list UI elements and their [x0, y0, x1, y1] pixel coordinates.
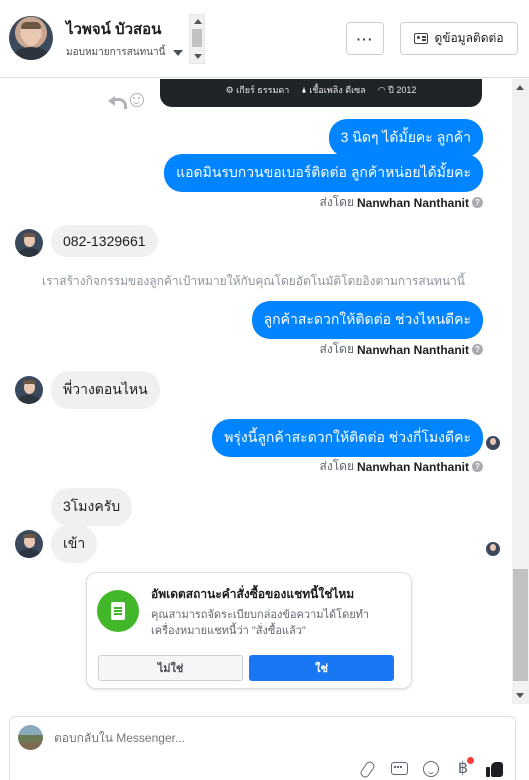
image-card-year: ◠ ปี 2012: [377, 85, 417, 95]
outgoing-message[interactable]: 3 นิดๆ ได้มั้ยคะ ลูกค้า: [328, 119, 483, 157]
emoji-icon[interactable]: [422, 760, 440, 778]
scroll-down-arrow-icon[interactable]: [194, 54, 202, 59]
outgoing-message[interactable]: ลูกค้าสะดวกให้ติดต่อ ช่วงไหนดีคะ: [251, 301, 483, 339]
incoming-message[interactable]: เข้า: [51, 525, 98, 563]
baht-symbol: ฿: [457, 760, 469, 777]
incoming-message[interactable]: พี่วางตอนไหน: [51, 371, 160, 409]
message-thread[interactable]: ⚙ เกียร์ ธรรมดา 🌢 เชื้อเพลิง ดีเซล ◠ ปี …: [0, 79, 512, 704]
contact-avatar-small: [15, 530, 43, 558]
thread-scrollbar[interactable]: [512, 79, 529, 704]
sent-by-name: Nanwhan Nanthanit: [356, 342, 469, 357]
yes-button[interactable]: ใช่: [249, 655, 394, 681]
help-icon[interactable]: ?: [472, 461, 483, 472]
scroll-down-arrow-icon[interactable]: [516, 693, 524, 698]
scroll-thumb[interactable]: [513, 569, 528, 681]
sent-by-name: Nanwhan Nanthanit: [356, 195, 469, 210]
contact-name[interactable]: ไวพจน์ บัวสอน: [66, 17, 161, 41]
receipt-icon: [97, 590, 139, 632]
page-avatar: [18, 725, 43, 750]
order-prompt-title: อัพเดตสถานะคำสั่งซื้อของแชทนี้ใช่ไหม: [151, 587, 355, 601]
image-card-fuel: 🌢 เชื้อเพลิง ดีเซล: [301, 85, 366, 95]
incoming-message[interactable]: 3โมงครับ: [51, 488, 133, 526]
react-emoji-icon[interactable]: [130, 93, 144, 107]
caret-down-icon: [173, 49, 184, 56]
sent-by-prefix: ส่งโดย: [319, 342, 354, 356]
saved-replies-icon[interactable]: [390, 760, 408, 778]
outgoing-message[interactable]: แอดมินรบกวนขอเบอร์ติดต่อ ลูกค้าหน่อยได้ม…: [164, 154, 483, 192]
incoming-message[interactable]: 082-1329661: [51, 225, 158, 257]
sent-by-label: ส่งโดย Nanwhan Nanthanit ?: [320, 193, 483, 212]
scroll-up-arrow-icon[interactable]: [194, 19, 202, 24]
sent-by-label: ส่งโดย Nanwhan Nanthanit ?: [320, 340, 483, 359]
assign-label: มอบหมายการสนทนานี้: [66, 47, 166, 58]
reply-icon[interactable]: [108, 93, 127, 109]
no-button[interactable]: ไม่ใช่: [98, 655, 243, 681]
assign-conversation-dropdown[interactable]: มอบหมายการสนทนานี้: [66, 45, 184, 60]
order-prompt-description: คุณสามารถจัดระเบียบกล่องข้อความได้โดยทำเ…: [151, 609, 370, 637]
attachment-icon[interactable]: [358, 760, 376, 778]
sent-by-name: Nanwhan Nanthanit: [356, 459, 469, 474]
outgoing-message[interactable]: พรุ่งนี้ลูกค้าสะดวกให้ติดต่อ ช่วงกี่โมงด…: [212, 419, 483, 457]
more-options-button[interactable]: ···: [346, 22, 384, 55]
image-card-gear: ⚙ เกียร์ ธรรมดา: [225, 85, 290, 95]
help-icon[interactable]: ?: [472, 197, 483, 208]
scroll-up-arrow-icon[interactable]: [516, 85, 524, 90]
id-card-icon: [414, 33, 429, 44]
contact-avatar-small: [15, 229, 43, 257]
payment-baht-icon[interactable]: ฿: [454, 757, 474, 778]
header-mini-scrollbar[interactable]: [189, 14, 205, 64]
order-status-prompt: อัพเดตสถานะคำสั่งซื้อของแชทนี้ใช่ไหม คุณ…: [86, 572, 412, 689]
sent-by-prefix: ส่งโดย: [319, 195, 354, 209]
seen-avatar: [486, 436, 500, 450]
help-icon[interactable]: ?: [472, 344, 483, 355]
thumbs-up-icon[interactable]: [486, 760, 504, 778]
scroll-thumb[interactable]: [192, 29, 202, 47]
system-notice: เราสร้างกิจกรรมของลูกค้าเป้าหมายให้กับคุ…: [42, 274, 465, 288]
composer-tools: ฿: [358, 757, 504, 778]
sent-by-label: ส่งโดย Nanwhan Nanthanit ?: [320, 457, 483, 476]
sent-by-prefix: ส่งโดย: [319, 459, 354, 473]
message-composer: ฿: [9, 716, 516, 780]
conversation-header: ไวพจน์ บัวสอน มอบหมายการสนทนานี้ ··· ดูข…: [0, 0, 529, 78]
contact-avatar-small: [15, 376, 43, 404]
seen-avatar: [486, 542, 500, 556]
message-actions: [108, 93, 144, 109]
contact-avatar[interactable]: [9, 16, 53, 60]
view-contact-info-label: ดูข้อมูลติดต่อ: [434, 31, 504, 45]
notification-dot: [467, 757, 474, 764]
shared-image-card[interactable]: ⚙ เกียร์ ธรรมดา 🌢 เชื้อเพลิง ดีเซล ◠ ปี …: [160, 79, 482, 107]
reply-input[interactable]: [54, 731, 454, 745]
view-contact-info-button[interactable]: ดูข้อมูลติดต่อ: [400, 22, 518, 55]
